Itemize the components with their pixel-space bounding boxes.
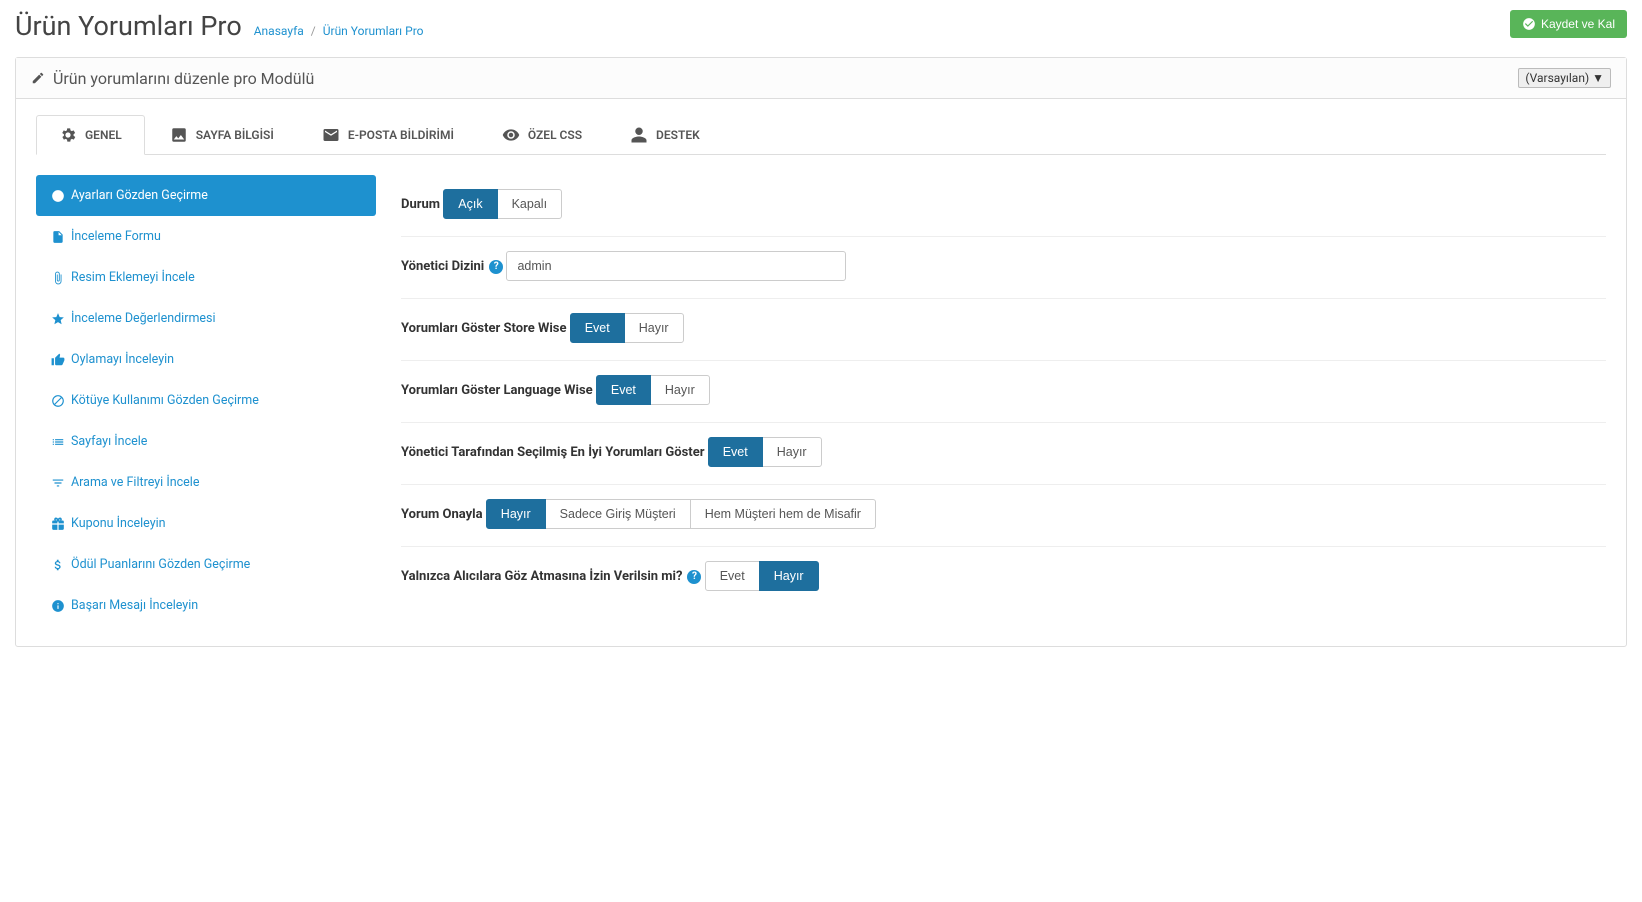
sidebar-item-coupon[interactable]: Kuponu İnceleyin bbox=[36, 503, 376, 544]
toggle-status: Açık Kapalı bbox=[443, 189, 562, 219]
sidebar-item-search-filter[interactable]: Arama ve Filtreyi İncele bbox=[36, 462, 376, 503]
tab-general[interactable]: GENEL bbox=[36, 115, 145, 155]
toggle-lang-wise: Evet Hayır bbox=[596, 375, 710, 405]
store-selector[interactable]: (Varsayılan) ▼ bbox=[1518, 68, 1611, 88]
help-icon[interactable]: ? bbox=[687, 570, 701, 584]
paperclip-icon bbox=[51, 271, 65, 285]
label-status: Durum bbox=[401, 197, 440, 212]
label-approve: Yorum Onayla bbox=[401, 507, 483, 522]
check-icon bbox=[1522, 17, 1536, 31]
eye-icon bbox=[502, 126, 520, 144]
page-header: Ürün Yorumları Pro Anasayfa / Ürün Yorum… bbox=[15, 10, 1627, 42]
status-off[interactable]: Kapalı bbox=[497, 189, 562, 219]
save-and-stay-button[interactable]: Kaydet ve Kal bbox=[1510, 10, 1627, 38]
envelope-icon bbox=[322, 126, 340, 144]
label-admin-dir: Yönetici Dizini ? bbox=[401, 259, 503, 274]
sidebar-item-review-settings[interactable]: Ayarları Gözden Geçirme bbox=[36, 175, 376, 216]
tab-support[interactable]: DESTEK bbox=[607, 115, 723, 154]
store-wise-yes[interactable]: Evet bbox=[570, 313, 625, 343]
file-icon bbox=[51, 230, 65, 244]
status-on[interactable]: Açık bbox=[443, 189, 497, 219]
tab-css[interactable]: ÖZEL CSS bbox=[479, 115, 605, 154]
thumbs-up-icon bbox=[51, 353, 65, 367]
store-wise-no[interactable]: Hayır bbox=[624, 313, 684, 343]
settings-panel: Ürün yorumlarını düzenle pro Modülü (Var… bbox=[15, 57, 1627, 647]
sidebar-item-review-form[interactable]: İnceleme Formu bbox=[36, 216, 376, 257]
help-icon[interactable]: ? bbox=[489, 260, 503, 274]
sidebar-item-page[interactable]: Sayfayı İncele bbox=[36, 421, 376, 462]
best-reviews-no[interactable]: Hayır bbox=[762, 437, 822, 467]
tab-email[interactable]: E-POSTA BİLDİRİMİ bbox=[299, 115, 477, 154]
tab-page-info[interactable]: SAYFA BİLGİSİ bbox=[147, 115, 297, 154]
toggle-approve: Hayır Sadece Giriş Müşteri Hem Müşteri h… bbox=[486, 499, 876, 529]
breadcrumb: Anasayfa / Ürün Yorumları Pro bbox=[254, 24, 424, 38]
sidebar-item-rating[interactable]: İnceleme Değerlendirmesi bbox=[36, 298, 376, 339]
sidebar-item-success-msg[interactable]: Başarı Mesajı İnceleyin bbox=[36, 585, 376, 626]
sidebar-item-abuse[interactable]: Kötüye Kullanımı Gözden Geçirme bbox=[36, 380, 376, 421]
dollar-icon bbox=[51, 558, 65, 572]
label-store-wise: Yorumları Göster Store Wise bbox=[401, 321, 566, 336]
toggle-best-reviews: Evet Hayır bbox=[708, 437, 822, 467]
toggle-buyers-only: Evet Hayır bbox=[705, 561, 819, 591]
settings-form: Durum Açık Kapalı Yönetici Dizini ? bbox=[401, 175, 1606, 626]
best-reviews-yes[interactable]: Evet bbox=[708, 437, 763, 467]
page-title: Ürün Yorumları Pro bbox=[15, 10, 242, 42]
lang-wise-no[interactable]: Hayır bbox=[650, 375, 710, 405]
filter-icon bbox=[51, 476, 65, 490]
user-icon bbox=[630, 126, 648, 144]
nav-tabs: GENEL SAYFA BİLGİSİ E-POSTA BİLDİRİMİ ÖZ… bbox=[36, 114, 1606, 155]
image-icon bbox=[170, 126, 188, 144]
approve-customer[interactable]: Sadece Giriş Müşteri bbox=[545, 499, 691, 529]
info-icon bbox=[51, 599, 65, 613]
breadcrumb-home[interactable]: Anasayfa bbox=[254, 24, 304, 38]
gift-icon bbox=[51, 517, 65, 531]
label-lang-wise: Yorumları Göster Language Wise bbox=[401, 383, 593, 398]
sidebar-item-reward[interactable]: Ödül Puanlarını Gözden Geçirme bbox=[36, 544, 376, 585]
buyers-only-yes[interactable]: Evet bbox=[705, 561, 760, 591]
panel-title: Ürün yorumlarını düzenle pro Modülü bbox=[31, 69, 314, 88]
pencil-icon bbox=[31, 71, 45, 85]
ban-icon bbox=[51, 394, 65, 408]
toggle-store-wise: Evet Hayır bbox=[570, 313, 684, 343]
sidebar-item-image-attach[interactable]: Resim Eklemeyi İncele bbox=[36, 257, 376, 298]
buyers-only-no[interactable]: Hayır bbox=[759, 561, 819, 591]
approve-both[interactable]: Hem Müşteri hem de Misafir bbox=[690, 499, 876, 529]
clock-icon bbox=[51, 189, 65, 203]
admin-dir-input[interactable] bbox=[506, 251, 846, 281]
approve-no[interactable]: Hayır bbox=[486, 499, 546, 529]
list-icon bbox=[51, 435, 65, 449]
breadcrumb-current[interactable]: Ürün Yorumları Pro bbox=[323, 24, 424, 38]
gears-icon bbox=[59, 126, 77, 144]
settings-sidebar: Ayarları Gözden Geçirme İnceleme Formu R… bbox=[36, 175, 376, 626]
label-best-reviews: Yönetici Tarafından Seçilmiş En İyi Yoru… bbox=[401, 445, 704, 460]
label-buyers-only: Yalnızca Alıcılara Göz Atmasına İzin Ver… bbox=[401, 569, 701, 584]
star-icon bbox=[51, 312, 65, 326]
sidebar-item-voting[interactable]: Oylamayı İnceleyin bbox=[36, 339, 376, 380]
lang-wise-yes[interactable]: Evet bbox=[596, 375, 651, 405]
